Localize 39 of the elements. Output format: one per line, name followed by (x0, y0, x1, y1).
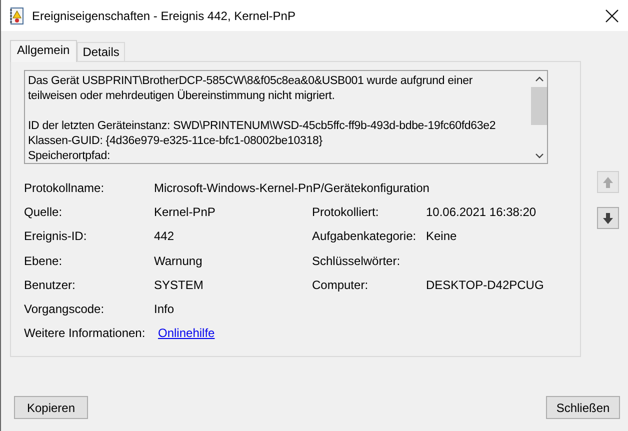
down-arrow-button[interactable] (597, 207, 619, 229)
tab[interactable]: Details (76, 42, 126, 61)
field-label: Weitere Informationen: (24, 326, 146, 340)
message-line: Speicherortpfad: (28, 149, 111, 163)
window-title: Ereigniseigenschaften - Ereignis 442, Kernel-PnP (32, 8, 296, 22)
field-label: Quelle: (24, 205, 64, 220)
field-label: Computer: (312, 278, 370, 292)
up-arrow-icon (601, 174, 615, 190)
close-button[interactable]: Schließen (546, 396, 620, 419)
field-value: Keine (426, 229, 458, 244)
field-value: 10.06.2021 16:38:20 (426, 205, 538, 220)
field-value: Info (154, 302, 176, 316)
field-value: SYSTEM (154, 278, 204, 292)
field-value: Microsoft-Windows-Kernel-PnP/Gerätekonfiguration (154, 181, 430, 196)
copy-button[interactable]: Kopieren (14, 396, 88, 419)
tab[interactable]: Allgemein (10, 40, 77, 62)
field-label: Aufgabenkategorie: (312, 229, 418, 244)
message-line: ID der letzten Geräteinstanz: SWD\PRINTENUM\WSD-45cb5ffc-ff9b-493d-bdbe-19fc60fd63e2 (28, 119, 497, 134)
message-line: teilweisen oder mehrdeutigen Übereinstimmung nicht migriert. (28, 89, 336, 104)
field-value: DESKTOP-D42PCUG (426, 278, 545, 292)
event-log-icon (9, 6, 25, 24)
message-line: Klassen-GUID: {4d36e979-e325-11ce-bfc1-08002be10318} (28, 134, 324, 149)
close-icon[interactable] (605, 8, 619, 22)
field-label: Schlüsselwörter: (312, 254, 402, 268)
field-label: Vorgangscode: (24, 302, 106, 316)
field-label: Ereignis-ID: (24, 229, 88, 244)
field-label: Benutzer: (24, 278, 76, 292)
field-label: Protokollname: (24, 181, 106, 196)
field-label: Ebene: (24, 254, 64, 268)
scroll-down-icon[interactable] (534, 153, 544, 159)
scroll-thumb[interactable] (531, 87, 547, 125)
scroll-up-icon[interactable] (534, 76, 544, 82)
field-value: 442 (154, 229, 176, 244)
field-value: Kernel-PnP (154, 205, 216, 220)
help-link[interactable]: Onlinehilfe (158, 326, 215, 340)
field-value: Warnung (154, 254, 204, 268)
field-label: Protokolliert: (312, 205, 380, 220)
down-arrow-icon (601, 210, 615, 226)
message-line: Das Gerät USBPRINT\BrotherDCP-585CW\8&f05c8ea&0&USB001 wurde aufgrund einer (28, 74, 474, 89)
